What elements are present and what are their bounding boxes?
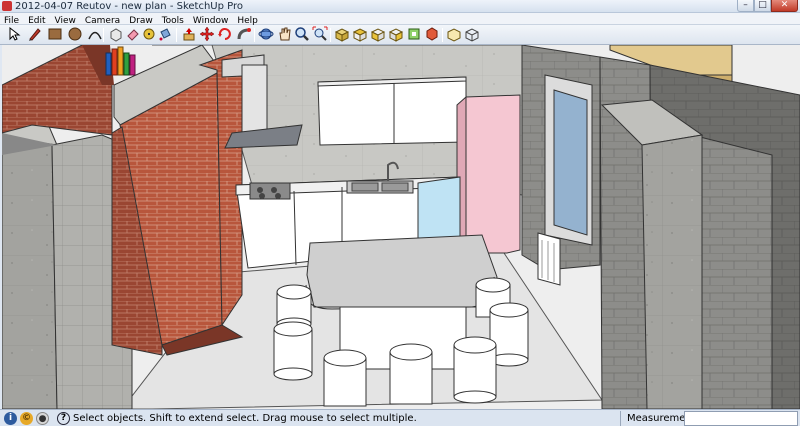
move-tool-icon[interactable] <box>199 26 215 42</box>
stool <box>323 349 367 407</box>
sketchup-app-icon <box>2 1 12 11</box>
stool <box>389 343 433 405</box>
follow-me-icon[interactable] <box>236 26 252 42</box>
title-bar: 2012-04-07 Reutov - new plan - SketchUp … <box>0 0 800 13</box>
credits-icon[interactable]: © <box>20 412 33 425</box>
push-pull-icon[interactable] <box>181 26 197 42</box>
pan-tool-icon[interactable] <box>276 26 292 42</box>
stool <box>273 321 313 381</box>
model-viewport[interactable] <box>2 45 800 409</box>
iso-view-icon[interactable] <box>334 26 350 42</box>
left-view-icon[interactable] <box>424 26 440 42</box>
georeference-icon[interactable]: i <box>4 412 17 425</box>
zoom-extents-icon[interactable] <box>312 26 328 42</box>
orbit-tool-icon[interactable] <box>258 26 274 42</box>
maximize-button[interactable]: □ <box>754 0 771 12</box>
stool <box>453 336 497 404</box>
close-button[interactable]: ✕ <box>771 0 798 12</box>
kitchen-3d-model[interactable] <box>2 45 800 409</box>
top-view-icon[interactable] <box>352 26 368 42</box>
arc-tool-icon[interactable] <box>87 26 103 42</box>
user-icon[interactable]: ● <box>36 412 49 425</box>
menu-bar: File Edit View Camera Draw Tools Window Help <box>0 13 800 26</box>
back-view-icon[interactable] <box>406 26 422 42</box>
circle-tool-icon[interactable] <box>67 26 83 42</box>
wireframe-style-icon[interactable] <box>464 26 480 42</box>
right-view-icon[interactable] <box>388 26 404 42</box>
make-component-icon[interactable] <box>108 26 124 42</box>
pencil-tool-icon[interactable] <box>27 26 43 42</box>
window-title: 2012-04-07 Reutov - new plan - SketchUp … <box>15 1 244 12</box>
status-divider <box>620 411 621 426</box>
rectangle-tool-icon[interactable] <box>47 26 63 42</box>
paint-bucket-icon[interactable] <box>157 26 173 42</box>
measurements-input[interactable] <box>684 411 798 426</box>
select-tool-icon[interactable] <box>6 26 22 42</box>
front-view-icon[interactable] <box>370 26 386 42</box>
rotate-tool-icon[interactable] <box>217 26 233 42</box>
xray-style-icon[interactable] <box>446 26 462 42</box>
sketchup-window: 2012-04-07 Reutov - new plan - SketchUp … <box>0 0 800 426</box>
zoom-tool-icon[interactable] <box>294 26 310 42</box>
minimize-button[interactable]: – <box>737 0 754 12</box>
status-bar: i © ● ? Select objects. Shift to extend … <box>0 409 800 426</box>
help-icon[interactable]: ? <box>57 412 70 425</box>
status-hint-text: Select objects. Shift to extend select. … <box>73 413 417 424</box>
tape-measure-icon[interactable] <box>141 26 157 42</box>
toolbar <box>0 25 800 45</box>
eraser-tool-icon[interactable] <box>125 26 141 42</box>
